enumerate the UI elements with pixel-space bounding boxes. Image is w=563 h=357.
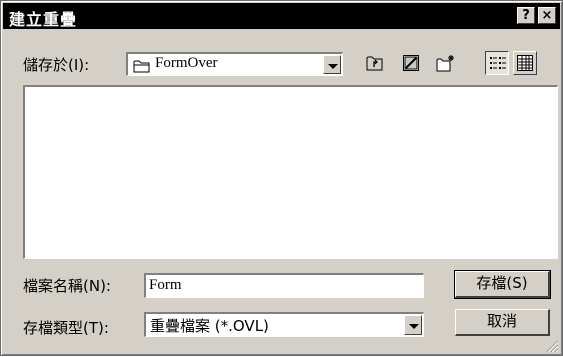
- details-view-icon: [516, 54, 534, 76]
- file-name-label: 檔案名稱(N):: [23, 277, 111, 295]
- file-list[interactable]: [23, 85, 558, 259]
- new-folder-icon: [436, 54, 456, 76]
- save-in-label: 儲存於(I):: [23, 56, 90, 74]
- title-bar[interactable]: 建立重疊 ? ×: [3, 3, 560, 29]
- up-one-level-button[interactable]: [363, 51, 387, 75]
- close-button[interactable]: ×: [538, 7, 556, 24]
- save-in-dropdown-arrow[interactable]: [323, 55, 341, 74]
- file-type-dropdown-arrow[interactable]: [404, 315, 422, 335]
- help-button[interactable]: ?: [517, 7, 535, 24]
- desktop-icon: [402, 54, 420, 76]
- file-type-value: 重疊檔案 (*.OVL): [150, 317, 269, 335]
- details-view-button[interactable]: [513, 51, 537, 75]
- desktop-button[interactable]: [399, 51, 423, 75]
- list-view-icon: [489, 55, 507, 77]
- save-button[interactable]: 存檔(S): [454, 270, 551, 299]
- current-folder-name: FormOver: [155, 55, 218, 71]
- up-one-level-icon: [366, 54, 384, 76]
- save-in-dropdown[interactable]: FormOver: [126, 52, 343, 76]
- cancel-button[interactable]: 取消: [455, 309, 550, 336]
- new-folder-button[interactable]: [433, 51, 457, 75]
- window-title: 建立重疊: [9, 10, 78, 29]
- save-overlay-dialog: 建立重疊 ? × 儲存於(I): FormOver 檔案名稱(N): Form …: [0, 0, 563, 356]
- resize-grip-icon[interactable]: [545, 338, 559, 353]
- file-type-dropdown[interactable]: 重疊檔案 (*.OVL): [144, 312, 424, 337]
- file-type-label: 存檔類型(T):: [23, 319, 109, 337]
- list-view-button[interactable]: [485, 51, 509, 75]
- file-name-input[interactable]: Form: [144, 273, 424, 298]
- folder-icon: [133, 58, 151, 77]
